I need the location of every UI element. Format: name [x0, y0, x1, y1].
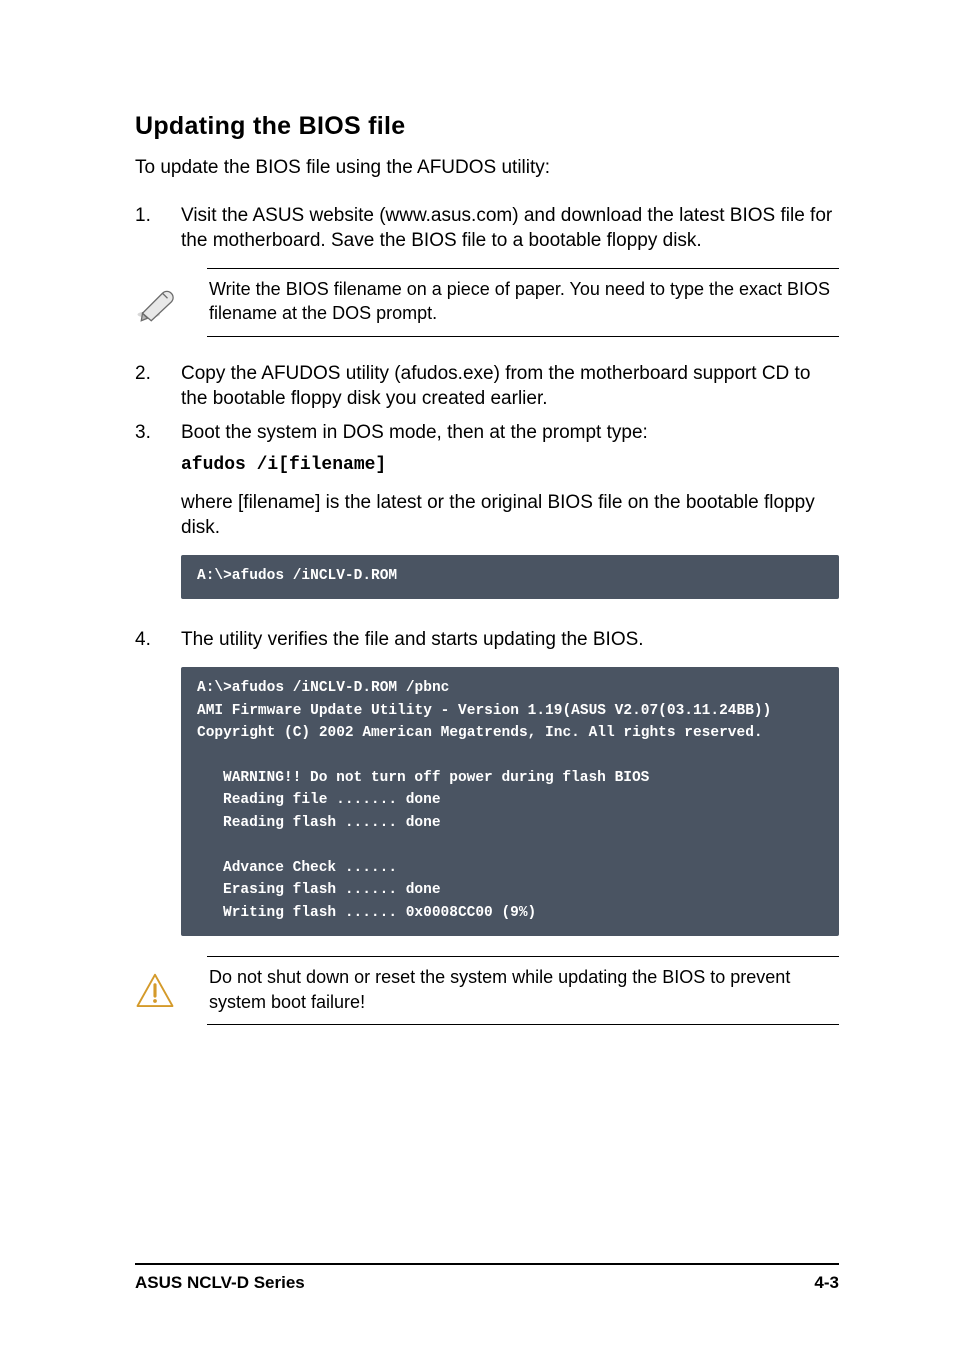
footer-left: ASUS NCLV-D Series: [135, 1273, 305, 1293]
footer-page-number: 4-3: [814, 1273, 839, 1293]
terminal-line: Erasing flash ...... done: [197, 879, 823, 901]
step-1: 1. Visit the ASUS website (www.asus.com)…: [135, 203, 839, 254]
steps-list-2: 2. Copy the AFUDOS utility (afudos.exe) …: [135, 361, 839, 548]
terminal-line: AMI Firmware Update Utility - Version 1.…: [197, 703, 771, 719]
terminal-line: WARNING!! Do not turn off power during f…: [197, 767, 823, 789]
section-heading: Updating the BIOS file: [135, 112, 839, 141]
step-text: Visit the ASUS website (www.asus.com) an…: [181, 203, 839, 254]
step-2: 2. Copy the AFUDOS utility (afudos.exe) …: [135, 361, 839, 412]
steps-list-3: 4. The utility verifies the file and sta…: [135, 627, 839, 653]
step-number: 3.: [135, 420, 181, 446]
note-text: Write the BIOS filename on a piece of pa…: [207, 268, 839, 337]
page-footer: ASUS NCLV-D Series 4-3: [135, 1263, 839, 1293]
terminal-line: Copyright (C) 2002 American Megatrends, …: [197, 725, 763, 741]
pencil-icon: [135, 282, 207, 322]
terminal-line: Writing flash ...... 0x0008CC00 (9%): [197, 902, 823, 924]
page: Updating the BIOS file To update the BIO…: [0, 0, 954, 1351]
step-number: 1.: [135, 203, 181, 229]
terminal-line: A:\>afudos /iNCLV-D.ROM /pbnc: [197, 680, 449, 696]
terminal-line: A:\>afudos /iNCLV-D.ROM: [197, 568, 397, 584]
step-text: Boot the system in DOS mode, then at the…: [181, 420, 839, 547]
step-text: The utility verifies the file and starts…: [181, 627, 839, 653]
terminal-line: Advance Check ......: [197, 857, 823, 879]
warning-block: Do not shut down or reset the system whi…: [135, 956, 839, 1025]
intro-text: To update the BIOS file using the AFUDOS…: [135, 155, 839, 181]
terminal-line: Reading file ....... done: [197, 789, 823, 811]
terminal-line: Reading flash ...... done: [197, 812, 823, 834]
step-4: 4. The utility verifies the file and sta…: [135, 627, 839, 653]
note-block: Write the BIOS filename on a piece of pa…: [135, 268, 839, 337]
step-3-text: Boot the system in DOS mode, then at the…: [181, 420, 839, 446]
step-3b-text: where [filename] is the latest or the or…: [181, 490, 839, 541]
code-command: afudos /i[filename]: [181, 453, 839, 477]
warning-text: Do not shut down or reset the system whi…: [207, 956, 839, 1025]
terminal-block-2: A:\>afudos /iNCLV-D.ROM /pbnc AMI Firmwa…: [181, 667, 839, 936]
step-3: 3. Boot the system in DOS mode, then at …: [135, 420, 839, 547]
terminal-block-1: A:\>afudos /iNCLV-D.ROM: [181, 555, 839, 599]
step-text: Copy the AFUDOS utility (afudos.exe) fro…: [181, 361, 839, 412]
steps-list: 1. Visit the ASUS website (www.asus.com)…: [135, 203, 839, 254]
warning-icon: [135, 971, 207, 1011]
step-number: 2.: [135, 361, 181, 387]
step-number: 4.: [135, 627, 181, 653]
